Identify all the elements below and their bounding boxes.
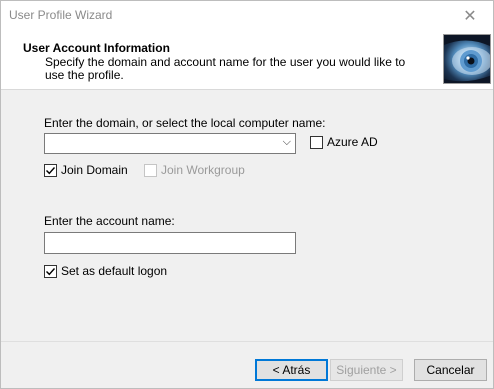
footer-divider bbox=[1, 341, 493, 342]
cancel-button[interactable]: Cancelar bbox=[414, 359, 487, 381]
join-workgroup-checkbox-box[interactable] bbox=[144, 163, 157, 177]
join-domain-checkbox-box[interactable] bbox=[44, 163, 57, 177]
close-button[interactable]: ✕ bbox=[447, 1, 493, 30]
domain-label: Enter the domain, or select the local co… bbox=[44, 116, 326, 130]
default-logon-label: Set as default logon bbox=[61, 264, 168, 278]
azure-ad-checkbox-box[interactable] bbox=[310, 135, 323, 149]
next-button[interactable]: Siguiente > bbox=[330, 359, 403, 381]
azure-ad-label: Azure AD bbox=[327, 135, 378, 149]
back-button[interactable]: < Atrás bbox=[255, 359, 328, 381]
join-workgroup-checkbox[interactable]: Join Workgroup bbox=[144, 163, 245, 177]
close-icon: ✕ bbox=[463, 7, 477, 25]
checkmark-icon bbox=[46, 166, 56, 174]
join-domain-checkbox[interactable]: Join Domain bbox=[44, 163, 128, 177]
account-name-label: Enter the account name: bbox=[44, 214, 175, 228]
join-domain-label: Join Domain bbox=[61, 163, 128, 177]
checkmark-icon bbox=[46, 267, 56, 275]
eye-image-icon bbox=[443, 34, 491, 84]
window-title: User Profile Wizard bbox=[9, 8, 113, 22]
header-title: User Account Information bbox=[23, 41, 170, 55]
azure-ad-checkbox[interactable]: Azure AD bbox=[310, 135, 378, 149]
user-profile-wizard-window: User Profile Wizard ✕ User Account Infor… bbox=[0, 0, 494, 389]
default-logon-checkbox[interactable]: Set as default logon bbox=[44, 264, 167, 278]
account-name-input[interactable] bbox=[44, 232, 296, 254]
header-subtitle: Specify the domain and account name for … bbox=[45, 55, 406, 82]
default-logon-checkbox-box[interactable] bbox=[44, 264, 57, 278]
title-bar: User Profile Wizard ✕ bbox=[1, 1, 493, 30]
join-workgroup-label: Join Workgroup bbox=[161, 163, 245, 177]
wizard-header: User Account Information Specify the dom… bbox=[1, 30, 493, 90]
chevron-down-icon: ⌵ bbox=[282, 136, 291, 148]
domain-combobox[interactable]: ⌵ bbox=[44, 133, 296, 154]
